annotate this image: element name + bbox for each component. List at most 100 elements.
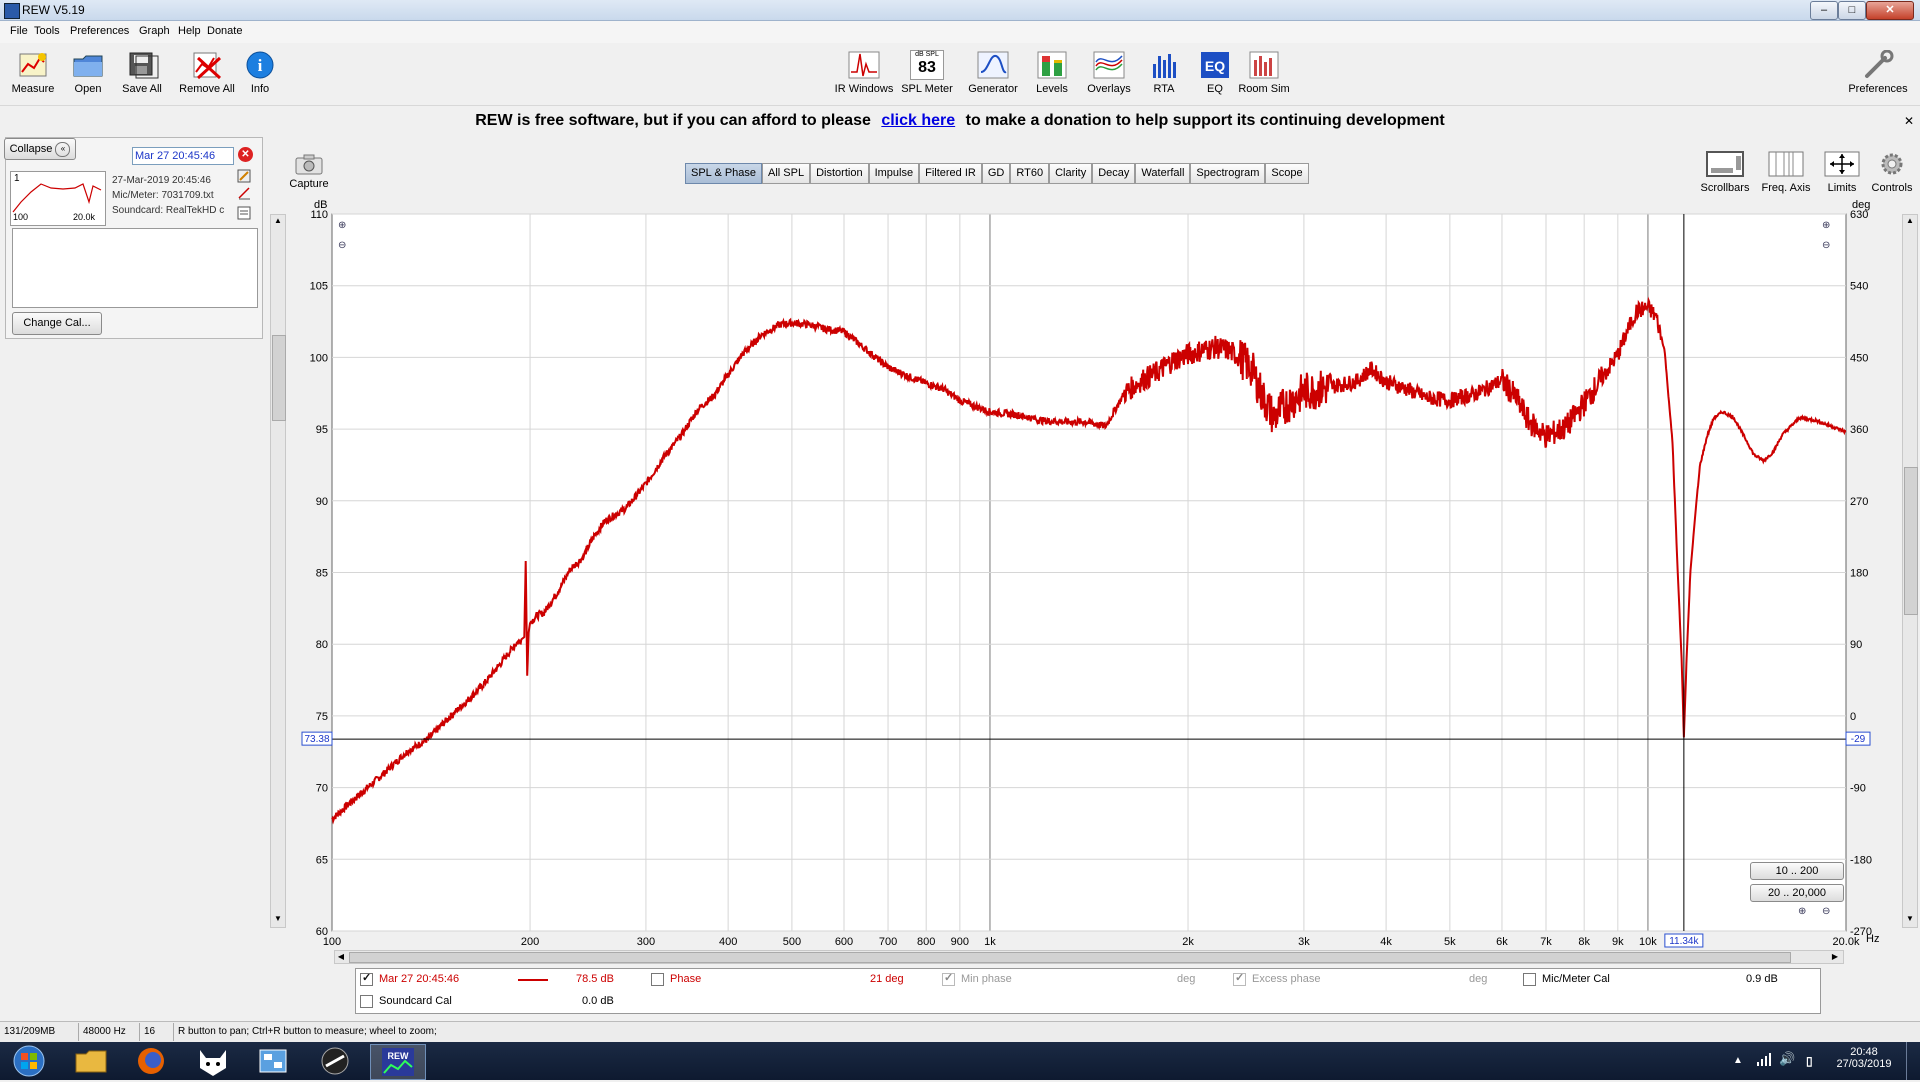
- remove-icon: [190, 50, 224, 80]
- right-scroll-thumb[interactable]: [1904, 467, 1918, 615]
- status-hint: R button to pan; Ctrl+R button to measur…: [178, 1026, 437, 1037]
- spl-phase-chart[interactable]: 100 200 300 400 500 600 700 800 900 1k 2k 3k 4k 5k 6k 7…: [286, 196, 1896, 956]
- clock[interactable]: 20:48 27/03/2019: [1834, 1046, 1894, 1070]
- donate-close-icon[interactable]: ✕: [1904, 114, 1914, 128]
- series-visible-checkbox[interactable]: [360, 971, 373, 986]
- minimize-button[interactable]: –: [1810, 1, 1838, 20]
- tab-spectrogram[interactable]: Spectrogram: [1190, 163, 1266, 184]
- explorer-icon[interactable]: [64, 1044, 118, 1078]
- zoom-in-y-icon[interactable]: ⊕: [338, 220, 346, 231]
- cal-edit-icon[interactable]: [237, 186, 251, 200]
- freq-axis-button[interactable]: Freq. Axis: [1758, 150, 1814, 194]
- collapse-button[interactable]: Collapse «: [4, 138, 76, 160]
- tab-impulse[interactable]: Impulse: [868, 163, 920, 184]
- overlays-button[interactable]: Overlays: [1079, 44, 1139, 95]
- controls-button[interactable]: Controls: [1864, 150, 1920, 194]
- tab-gd[interactable]: GD: [981, 163, 1011, 184]
- tab-clarity[interactable]: Clarity: [1049, 163, 1093, 184]
- scroll-up-arrow[interactable]: ▲: [271, 215, 285, 227]
- range-20-20000-button[interactable]: 20 .. 20,000: [1750, 884, 1844, 902]
- y-tick-label: 65: [316, 854, 328, 866]
- horizontal-scroll-track[interactable]: ◀ ▶: [334, 950, 1844, 964]
- y2-tick-label: 0: [1850, 711, 1856, 723]
- generator-button[interactable]: Generator: [963, 44, 1023, 95]
- edit-notes-icon[interactable]: [237, 169, 251, 183]
- tab-distortion[interactable]: Distortion: [810, 163, 869, 184]
- min-phase-checkbox[interactable]: [942, 971, 955, 986]
- tab-rt60[interactable]: RT60: [1010, 163, 1050, 184]
- network-icon[interactable]: [1756, 1052, 1772, 1066]
- save-all-button[interactable]: Save All: [112, 44, 172, 95]
- zoom-in-x-icon[interactable]: ⊕: [1798, 906, 1806, 917]
- volume-icon[interactable]: 🔊: [1779, 1051, 1795, 1067]
- measurement-thumbnail[interactable]: 1 100 20.0k: [10, 171, 106, 226]
- start-button[interactable]: [2, 1044, 56, 1078]
- tab-scope[interactable]: Scope: [1265, 163, 1309, 184]
- tray-arrow-icon[interactable]: ▲: [1733, 1055, 1743, 1066]
- tab-decay[interactable]: Decay: [1092, 163, 1136, 184]
- control-panel-icon[interactable]: [246, 1044, 300, 1078]
- zoom-in-y2-icon[interactable]: ⊕: [1822, 220, 1830, 231]
- menu-preferences[interactable]: Preferences: [70, 25, 129, 37]
- mic-cal-checkbox[interactable]: [1523, 973, 1536, 986]
- right-scroll-track[interactable]: ▲ ▼: [1902, 214, 1918, 928]
- left-scroll-thumb[interactable]: [272, 335, 286, 421]
- right-scroll-up-arrow[interactable]: ▲: [1903, 215, 1917, 227]
- tab-waterfall[interactable]: Waterfall: [1135, 163, 1191, 184]
- measurement-name-field[interactable]: Mar 27 20:45:46: [132, 147, 234, 165]
- limits-button[interactable]: Limits: [1814, 150, 1870, 194]
- remove-all-button[interactable]: Remove All: [177, 44, 237, 95]
- save-icon: [125, 50, 159, 80]
- show-desktop-button[interactable]: [1906, 1042, 1920, 1080]
- rew-taskbar-icon[interactable]: REW: [370, 1044, 426, 1080]
- ir-windows-button[interactable]: IR Windows: [834, 44, 894, 95]
- scroll-right-arrow[interactable]: ▶: [1829, 951, 1841, 963]
- donate-link[interactable]: click here: [881, 112, 955, 129]
- menu-graph[interactable]: Graph: [139, 25, 170, 37]
- tab-filtered-ir[interactable]: Filtered IR: [919, 163, 982, 184]
- measure-button[interactable]: Measure: [3, 44, 63, 95]
- change-cal-button[interactable]: Change Cal...: [12, 312, 102, 335]
- generator-icon: [976, 50, 1010, 80]
- menu-donate[interactable]: Donate: [207, 25, 242, 37]
- menu-tools[interactable]: Tools: [34, 25, 60, 37]
- left-scroll-track[interactable]: ▲ ▼: [270, 214, 286, 928]
- preferences-button[interactable]: Preferences: [1846, 44, 1910, 95]
- close-button[interactable]: ✕: [1866, 1, 1914, 20]
- zoom-out-x-icon[interactable]: ⊖: [1822, 906, 1830, 917]
- legend-line-swatch[interactable]: [518, 979, 548, 981]
- firefox-icon[interactable]: [124, 1044, 178, 1078]
- maximize-button[interactable]: □: [1838, 1, 1866, 20]
- open-button[interactable]: Open: [58, 44, 118, 95]
- zoom-out-y2-icon[interactable]: ⊖: [1822, 240, 1830, 251]
- room-sim-button[interactable]: Room Sim: [1234, 44, 1294, 95]
- info-button[interactable]: i Info: [230, 44, 290, 95]
- graph-tabs: SPL & Phase All SPL Distortion Impulse F…: [685, 163, 1309, 184]
- capture-button[interactable]: Capture: [288, 153, 330, 190]
- zoom-out-y-icon[interactable]: ⊖: [338, 240, 346, 251]
- audio-app-icon[interactable]: [308, 1044, 362, 1078]
- battery-icon[interactable]: ▯: [1806, 1054, 1813, 1068]
- notes-textarea[interactable]: [12, 228, 258, 308]
- tab-spl-phase[interactable]: SPL & Phase: [685, 163, 763, 184]
- levels-button[interactable]: Levels: [1022, 44, 1082, 95]
- tab-all-spl[interactable]: All SPL: [762, 163, 811, 184]
- delete-measurement-icon[interactable]: ✕: [238, 147, 253, 162]
- right-scroll-down-arrow[interactable]: ▼: [1903, 913, 1917, 925]
- menu-file[interactable]: File: [10, 25, 28, 37]
- spl-meter-button[interactable]: dB SPL 83 SPL Meter: [897, 44, 957, 95]
- horizontal-scroll-thumb[interactable]: [349, 952, 1791, 963]
- scroll-left-arrow[interactable]: ◀: [335, 951, 347, 963]
- app-cat-icon[interactable]: [186, 1044, 240, 1078]
- menu-help[interactable]: Help: [178, 25, 201, 37]
- phase-checkbox[interactable]: [651, 973, 664, 986]
- scrollbars-button[interactable]: Scrollbars: [1697, 150, 1753, 194]
- properties-icon[interactable]: [237, 206, 251, 220]
- soundcard-cal-checkbox[interactable]: [360, 995, 373, 1008]
- excess-phase-checkbox[interactable]: [1233, 971, 1246, 986]
- x-tick-label: 7k: [1540, 936, 1552, 948]
- room-sim-icon: [1247, 50, 1281, 80]
- scroll-down-arrow[interactable]: ▼: [271, 913, 285, 925]
- ir-windows-icon: [847, 50, 881, 80]
- range-10-200-button[interactable]: 10 .. 200: [1750, 862, 1844, 880]
